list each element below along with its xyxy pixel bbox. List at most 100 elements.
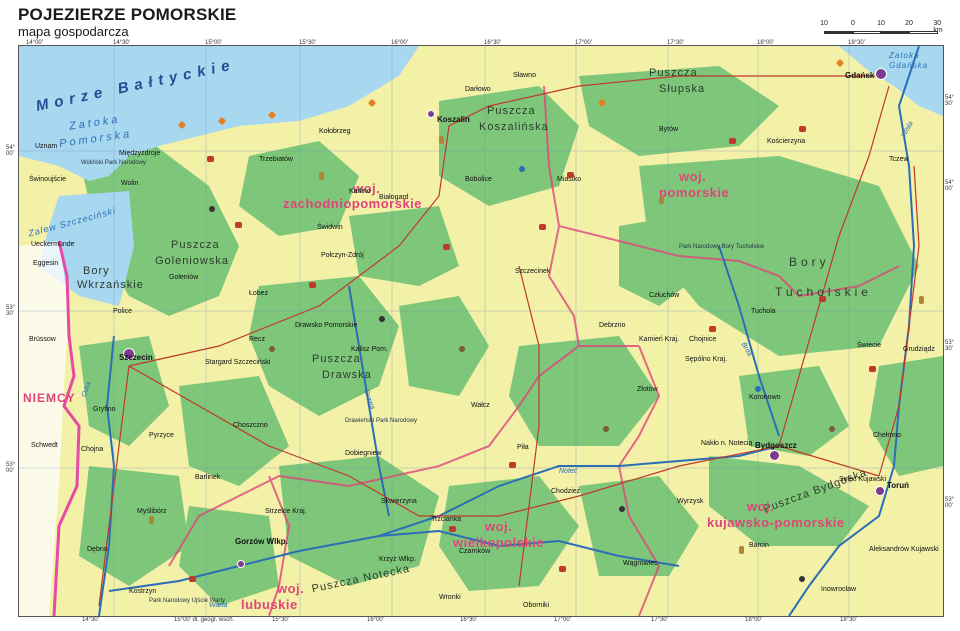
scale-segment xyxy=(853,31,881,34)
town-label: Oborniki xyxy=(523,602,550,609)
map-frame[interactable]: Morze Bałtyckie Zatoka Pomorska Zatoka G… xyxy=(18,45,944,617)
town-label: Pyrzyce xyxy=(149,432,174,439)
scale-tick: 10 xyxy=(877,20,885,27)
city-label-gdansk: Gdańsk xyxy=(845,71,875,80)
industry-icon xyxy=(619,506,625,512)
corn-icon xyxy=(439,136,444,144)
city-label-gorzow: Gorzów Wlkp. xyxy=(235,537,288,546)
wind-icon xyxy=(519,166,525,172)
town-label: Łobez xyxy=(249,290,269,297)
region-label: woj. xyxy=(277,581,305,596)
industry-icon xyxy=(799,576,805,582)
region-label: woj. xyxy=(485,519,513,534)
town-label: Stargard Szczeciński xyxy=(205,359,271,366)
town-label: Ueckermünde xyxy=(31,241,75,248)
town-label: Kościerzyna xyxy=(767,138,806,145)
longitude-label: 18°00' xyxy=(745,617,762,623)
forest-label: Drawska xyxy=(322,369,372,381)
cattle-icon xyxy=(509,462,516,468)
town-label: Połczyn-Zdrój xyxy=(321,252,364,259)
region-label: lubuskie xyxy=(241,597,298,612)
cattle-icon xyxy=(869,366,876,372)
town-label: Wągrowiec xyxy=(623,560,658,567)
cattle-icon xyxy=(189,576,196,582)
longitude-label: 18°30' xyxy=(840,617,857,623)
longitude-label: 15°00' dł. geogr. wsch. xyxy=(174,617,235,623)
town-label: Barlinek xyxy=(195,474,221,481)
cattle-icon xyxy=(443,244,450,250)
town-label: Inowrocław xyxy=(821,586,857,593)
latitude-label: 54° 30' xyxy=(945,95,955,107)
town-label: Świdwin xyxy=(317,224,343,231)
city-marker[interactable] xyxy=(427,110,435,118)
cattle-icon xyxy=(207,156,214,162)
cattle-icon xyxy=(449,526,456,532)
scale-segment xyxy=(824,31,853,34)
latitude-label: 53° 30' xyxy=(945,340,955,352)
town-label: Strzelce Kraj. xyxy=(265,508,307,515)
town-label: Wyrzysk xyxy=(677,498,704,505)
town-label: Chodzież xyxy=(551,488,581,495)
longitude-label: 14°30' xyxy=(82,617,99,623)
cattle-icon xyxy=(709,326,716,332)
town-label: Wałcz xyxy=(471,402,490,409)
longitude-label: 17°30' xyxy=(651,617,668,623)
forest-label: Puszcza xyxy=(312,353,361,365)
forest-label: Wkrzańskie xyxy=(77,279,144,291)
town-label: Krzyż Wlkp. xyxy=(379,556,416,563)
potato-icon xyxy=(829,426,835,432)
town-label: Złotów xyxy=(637,386,658,393)
cattle-icon xyxy=(567,172,574,178)
park-label: Woliński Park Narodowy xyxy=(81,160,146,166)
city-marker[interactable] xyxy=(875,486,885,496)
cattle-icon xyxy=(729,138,736,144)
town-label: Koronowo xyxy=(749,394,781,401)
potato-icon xyxy=(459,346,465,352)
longitude-label: 16°30' xyxy=(460,617,477,623)
gdansk-bay-label-line2: Gdańska xyxy=(889,61,929,70)
park-label: Drawieński Park Narodowy xyxy=(345,418,418,424)
town-label: Kamień Kraj. xyxy=(639,336,680,343)
corn-icon xyxy=(319,172,324,180)
town-label: Recz xyxy=(249,336,265,343)
city-marker[interactable] xyxy=(769,450,780,461)
town-label: Police xyxy=(113,308,133,315)
town-label: Sławno xyxy=(513,72,536,79)
town-label: Solec Kujawski xyxy=(839,476,887,483)
region-label: kujawsko-pomorskie xyxy=(707,515,845,530)
scale-tick: 20 xyxy=(905,20,913,27)
city-label-koszalin: Koszalin xyxy=(437,115,470,124)
gdansk-bay-label-line1: Zatoka xyxy=(889,51,920,60)
city-marker[interactable] xyxy=(237,560,245,568)
corn-icon xyxy=(739,546,744,554)
region-label: woj. xyxy=(747,499,775,514)
forest-label: Puszcza xyxy=(649,67,698,79)
town-label: Kołobrzeg xyxy=(319,128,351,135)
cattle-icon xyxy=(559,566,566,572)
park-label: Park Narodowy Bory Tucholskie xyxy=(679,244,765,250)
town-label: Wolin xyxy=(121,180,139,187)
scale-tick: 0 xyxy=(851,20,855,27)
town-label: Aleksandrów Kujawski xyxy=(869,546,939,553)
town-label: Uznam xyxy=(35,143,58,150)
town-label: Czarnków xyxy=(459,548,491,555)
town-label: Świecie xyxy=(857,342,882,349)
town-label: Chojnice xyxy=(689,336,717,343)
scale-tick: 10 xyxy=(820,20,828,27)
town-label: Drawsko Pomorskie xyxy=(295,322,358,329)
town-label: Tczew xyxy=(889,156,909,163)
corn-icon xyxy=(149,516,154,524)
town-label: Debrzno xyxy=(599,322,626,329)
map-subtitle: mapa gospodarcza xyxy=(18,24,129,39)
town-label: Piła xyxy=(517,444,529,451)
scale-segment xyxy=(881,31,909,34)
latitude-label: 54° 00' xyxy=(6,145,16,157)
town-label: Bobolice xyxy=(465,176,492,183)
forest-label: Bory xyxy=(789,255,830,269)
town-label: Grudziądz xyxy=(903,346,935,353)
town-label: Szczecinek xyxy=(515,268,551,275)
cattle-icon xyxy=(819,296,826,302)
city-marker[interactable] xyxy=(875,68,887,80)
scale-segment xyxy=(909,31,938,34)
country-label: NIEMCY xyxy=(23,391,76,405)
